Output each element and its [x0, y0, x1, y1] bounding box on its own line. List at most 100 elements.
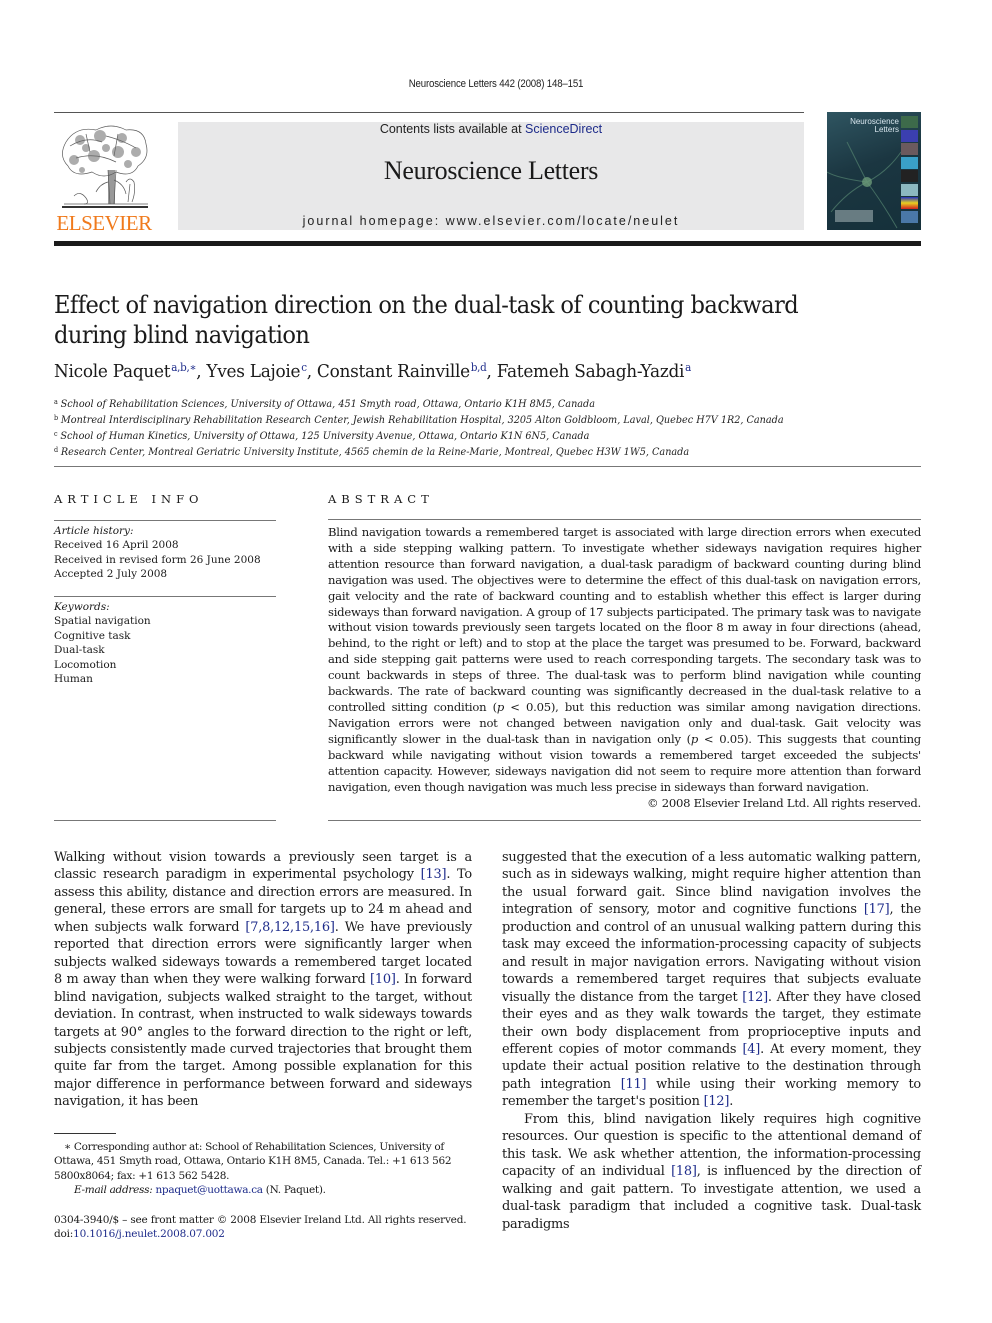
affiliation: b Montreal Interdisciplinary Rehabilitati…: [54, 411, 864, 427]
affiliation-text: School of Human Kinetics, University of …: [60, 430, 590, 442]
abstract-copyright: © 2008 Elsevier Ireland Ltd. All rights …: [646, 796, 921, 810]
doi-link[interactable]: 10.1016/j.neulet.2008.07.002: [73, 1228, 225, 1240]
author[interactable]: Yves Lajoiec: [206, 361, 307, 382]
cover-thumb-blue-icon: [901, 129, 918, 142]
running-head: Neuroscience Letters 442 (2008) 148–151: [408, 78, 584, 90]
citation-link[interactable]: [18]: [671, 1164, 697, 1179]
affiliation-text: Research Center, Montreal Geriatric Univ…: [60, 446, 690, 458]
history-item: Received in revised form 26 June 2008: [54, 553, 261, 566]
article-info-rule: [54, 820, 276, 821]
journal-banner: Contents lists available at ScienceDirec…: [178, 122, 804, 230]
citation-link[interactable]: [11]: [621, 1077, 647, 1092]
author[interactable]: Nicole Paqueta,b,∗: [54, 361, 196, 382]
contents-availability: Contents lists available at ScienceDirec…: [178, 122, 804, 136]
keyword: Spatial navigation: [54, 615, 151, 628]
cover-title: Neuroscience Letters: [843, 118, 899, 134]
footnote-email: E-mail address: npaquet@uottawa.ca (N. P…: [54, 1183, 474, 1197]
body-text: Walking without vision towards a previou…: [54, 850, 472, 883]
p-symbol: p: [496, 699, 505, 714]
footnote-text: ∗ Corresponding author at: School of Reh…: [54, 1140, 474, 1183]
citation-link[interactable]: [10]: [370, 972, 396, 987]
doi-line: doi:10.1016/j.neulet.2008.07.002: [54, 1227, 474, 1241]
keyword: Dual-task: [54, 644, 105, 657]
journal-title: Neuroscience Letters: [383, 156, 599, 185]
author-affiliation-marker[interactable]: a,b,∗: [171, 361, 196, 374]
author-separator: ,: [486, 361, 497, 382]
citation-link[interactable]: [13]: [421, 867, 447, 882]
header-rule: [54, 112, 804, 113]
article-title: Effect of navigation direction on the du…: [54, 291, 799, 349]
affiliation: c School of Human Kinetics, University of…: [54, 427, 864, 443]
front-matter: 0304-3940/$ – see front matter © 2008 El…: [54, 1213, 474, 1242]
author-name: Fatemeh Sabagh-Yazdi: [496, 361, 685, 382]
keyword: Human: [54, 673, 93, 686]
keywords-label: Keywords:: [54, 601, 110, 613]
elsevier-logo[interactable]: ELSEVIER: [54, 120, 154, 234]
author-name: Nicole Paquet: [54, 361, 171, 382]
abstract-rule: [328, 820, 921, 821]
journal-homepage[interactable]: journal homepage: www.elsevier.com/locat…: [178, 214, 804, 228]
sciencedirect-link[interactable]: ScienceDirect: [525, 122, 602, 136]
paragraph: From this, blind navigation likely requi…: [502, 1111, 921, 1233]
affiliation-text: Montreal Interdisciplinary Rehabilitatio…: [60, 414, 784, 426]
citation-link[interactable]: [7,8,12,15,16]: [245, 920, 334, 935]
cover-thumb-brain-icon: [901, 116, 918, 128]
keyword: Cognitive task: [54, 629, 131, 642]
p-symbol: p: [690, 731, 699, 746]
author[interactable]: Fatemeh Sabagh-Yazdia: [496, 361, 692, 382]
cover-thumb-stripes-icon: [901, 183, 918, 196]
cover-thumb-scan-icon: [901, 143, 918, 155]
paragraph: suggested that the execution of a less a…: [502, 849, 921, 1111]
body-text: suggested that the execution of a less a…: [502, 850, 921, 918]
email-suffix: (N. Paquet).: [262, 1184, 326, 1197]
affiliation-key: d: [54, 446, 59, 454]
author-list: Nicole Paqueta,b,∗, Yves Lajoiec, Consta…: [54, 361, 806, 382]
footnote-marker: ∗: [64, 1141, 71, 1153]
cover-thumb-cyan-icon: [901, 156, 918, 169]
affiliation-key: a: [54, 398, 58, 406]
journal-cover-image[interactable]: Neuroscience Letters: [827, 112, 921, 230]
affiliation-key: b: [54, 414, 59, 422]
elsevier-tree-icon: [62, 125, 148, 208]
author-affiliation-marker[interactable]: b,d: [471, 361, 487, 374]
citation-link[interactable]: [12]: [742, 990, 768, 1005]
author-affiliation-marker[interactable]: a: [685, 361, 691, 374]
corresponding-author-footnote: ∗ Corresponding author at: School of Reh…: [54, 1140, 474, 1198]
author-separator: ,: [306, 361, 317, 382]
header-thick-rule: [54, 241, 921, 246]
doi-prefix: doi:: [54, 1228, 74, 1241]
citation-link[interactable]: [4]: [742, 1042, 760, 1057]
affiliation-list: a School of Rehabilitation Sciences, Univ…: [54, 395, 864, 459]
abstract-rule: [328, 519, 921, 520]
elsevier-wordmark: ELSEVIER: [56, 211, 152, 235]
footnote-rule: [54, 1133, 116, 1134]
affiliation: d Research Center, Montreal Geriatric Uni…: [54, 443, 864, 459]
email-label: E-mail address:: [74, 1184, 156, 1197]
cover-thumb-heatmap-icon: [901, 197, 918, 209]
history-item: Accepted 2 July 2008: [54, 568, 168, 581]
issn-line: 0304-3940/$ – see front matter © 2008 El…: [54, 1214, 467, 1226]
affiliation: a School of Rehabilitation Sciences, Univ…: [54, 395, 864, 411]
section-divider: [54, 466, 921, 467]
keywords: Keywords: Spatial navigation Cognitive t…: [54, 600, 284, 686]
citation-link[interactable]: [17]: [864, 902, 890, 917]
article-history: Article history: Received 16 April 2008 …: [54, 524, 284, 582]
keyword: Locomotion: [54, 658, 117, 671]
contents-prefix: Contents lists available at: [379, 122, 526, 136]
cover-thumbnail-strip: [901, 116, 918, 228]
affiliation-text: School of Rehabilitation Sciences, Unive…: [60, 398, 596, 410]
cover-thumb-dots-icon: [901, 170, 918, 182]
cover-thumb-texture-icon: [901, 210, 918, 223]
abstract-text: Blind navigation towards a remembered ta…: [328, 525, 921, 795]
body-column-right: suggested that the execution of a less a…: [502, 849, 921, 1233]
email-link[interactable]: npaquet@uottawa.ca: [155, 1184, 263, 1196]
article-info-rule: [54, 596, 276, 597]
abstract-segment: Blind navigation towards a remembered ta…: [328, 525, 921, 714]
author[interactable]: Constant Rainvilleb,d: [317, 361, 487, 382]
article-info-rule: [54, 520, 276, 521]
author-name: Yves Lajoie: [206, 361, 301, 382]
author-separator: ,: [196, 361, 207, 382]
abstract-heading: ABSTRACT: [328, 492, 434, 506]
article-info-heading: ARTICLE INFO: [54, 492, 204, 506]
citation-link[interactable]: [12]: [704, 1094, 730, 1109]
